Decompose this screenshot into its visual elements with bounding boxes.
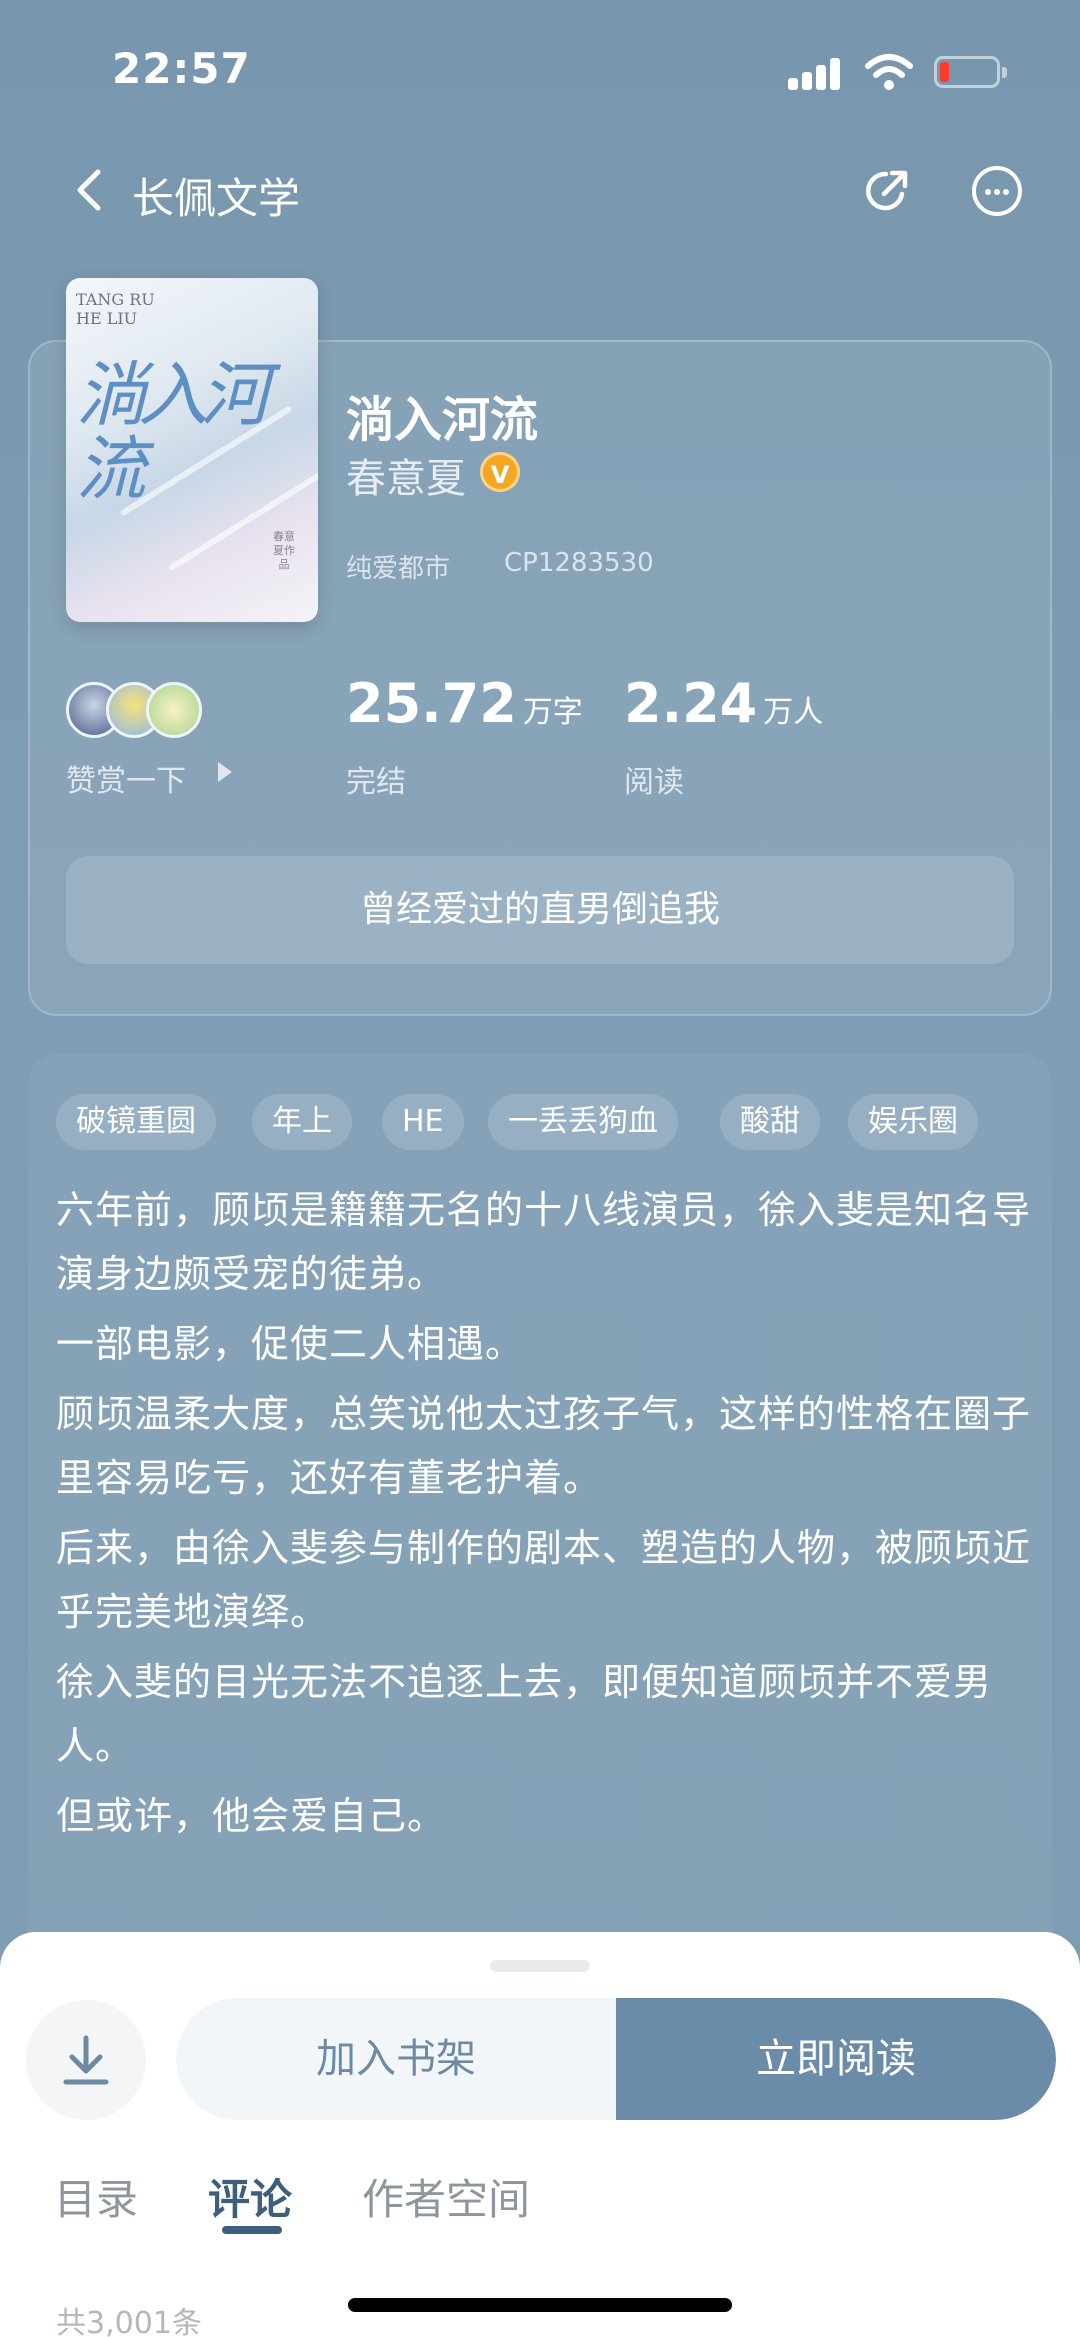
chevron-left-icon[interactable] (64, 160, 114, 220)
tab-catalog[interactable]: 目录 (54, 2166, 138, 2227)
wifi-icon (865, 54, 913, 90)
cellular-signal-icon (788, 58, 844, 90)
bottom-sheet (0, 1932, 1080, 2337)
active-tab-indicator (222, 2226, 282, 2234)
reward-label[interactable]: 赞赏一下 (66, 756, 186, 800)
cover-english-title: TANG RU HE LIU (76, 290, 155, 328)
cover-author-art: 春意夏作品 (273, 530, 295, 571)
synopsis-paragraph: 但或许，他会爱自己。 (56, 1794, 447, 1838)
more-icon[interactable] (972, 166, 1022, 216)
reader-count-unit: 万人 (763, 695, 824, 730)
nav-title: 长佩文学 (132, 174, 301, 223)
download-button[interactable] (26, 2000, 146, 2120)
avatar (146, 682, 202, 738)
action-bar: 加入书架 立即阅读 (176, 1998, 1056, 2120)
status-bar: 22:57 (0, 0, 1080, 140)
synopsis: 六年前，顾顷是籍籍无名的十八线演员，徐入斐是知名导演身边颇受宠的徒弟。 一部电影… (56, 1178, 1036, 1854)
word-count-value: 25.72 (346, 672, 517, 735)
tag-item[interactable]: 娱乐圈 (848, 1094, 978, 1150)
word-count-unit: 万字 (522, 695, 583, 730)
book-slogan[interactable]: 曾经爱过的直男倒追我 (66, 856, 1014, 964)
verified-badge-icon: V (480, 452, 520, 492)
synopsis-paragraph: 一部电影，促使二人相遇。 (56, 1322, 525, 1366)
tab-author-space[interactable]: 作者空间 (362, 2166, 530, 2227)
tag-item[interactable]: 年上 (252, 1094, 352, 1150)
tag-item[interactable]: HE (382, 1094, 464, 1150)
play-arrow-icon (218, 762, 232, 782)
add-to-shelf-button[interactable]: 加入书架 (176, 1998, 616, 2120)
reader-count-stat: 2.24 万人 阅读 (624, 672, 823, 801)
reader-count-value: 2.24 (624, 672, 758, 735)
book-category: 纯爱都市 (346, 554, 451, 584)
tag-item[interactable]: 酸甜 (720, 1094, 820, 1150)
book-code: CP1283530 (504, 548, 654, 578)
synopsis-paragraph: 六年前，顾顷是籍籍无名的十八线演员，徐入斐是知名导演身边颇受宠的徒弟。 (56, 1188, 1032, 1296)
battery-icon (934, 56, 1007, 88)
comments-total: 共3,001条 (56, 2306, 202, 2337)
completion-status: 完结 (346, 765, 406, 800)
cover-title-art: 淌入河流 (76, 354, 270, 510)
reward-avatars[interactable] (66, 682, 216, 740)
status-time: 22:57 (112, 44, 251, 93)
tab-comments[interactable]: 评论 (208, 2166, 292, 2227)
home-indicator[interactable] (348, 2298, 732, 2312)
share-icon[interactable] (862, 166, 912, 216)
synopsis-paragraph: 徐入斐的目光无法不追逐上去，即便知道顾顷并不爱男人。 (56, 1660, 993, 1768)
book-author[interactable]: 春意夏 (346, 446, 466, 504)
reader-count-label: 阅读 (624, 765, 684, 800)
word-count-stat: 25.72 万字 完结 (346, 672, 583, 801)
sheet-drag-handle[interactable] (490, 1960, 590, 1972)
book-cover[interactable]: TANG RU HE LIU 淌入河流 春意夏作品 (66, 278, 318, 622)
tag-item[interactable]: 一丢丢狗血 (488, 1094, 678, 1150)
battery-level (940, 62, 949, 82)
download-icon (63, 2035, 109, 2085)
synopsis-paragraph: 后来，由徐入斐参与制作的剧本、塑造的人物，被顾顷近乎完美地演绎。 (56, 1526, 1032, 1634)
book-title: 淌入河流 (346, 392, 539, 448)
read-now-button[interactable]: 立即阅读 (616, 1998, 1056, 2120)
synopsis-paragraph: 顾顷温柔大度，总笑说他太过孩子气，这样的性格在圈子里容易吃亏，还好有董老护着。 (56, 1392, 1032, 1500)
tag-item[interactable]: 破镜重圆 (56, 1094, 216, 1150)
